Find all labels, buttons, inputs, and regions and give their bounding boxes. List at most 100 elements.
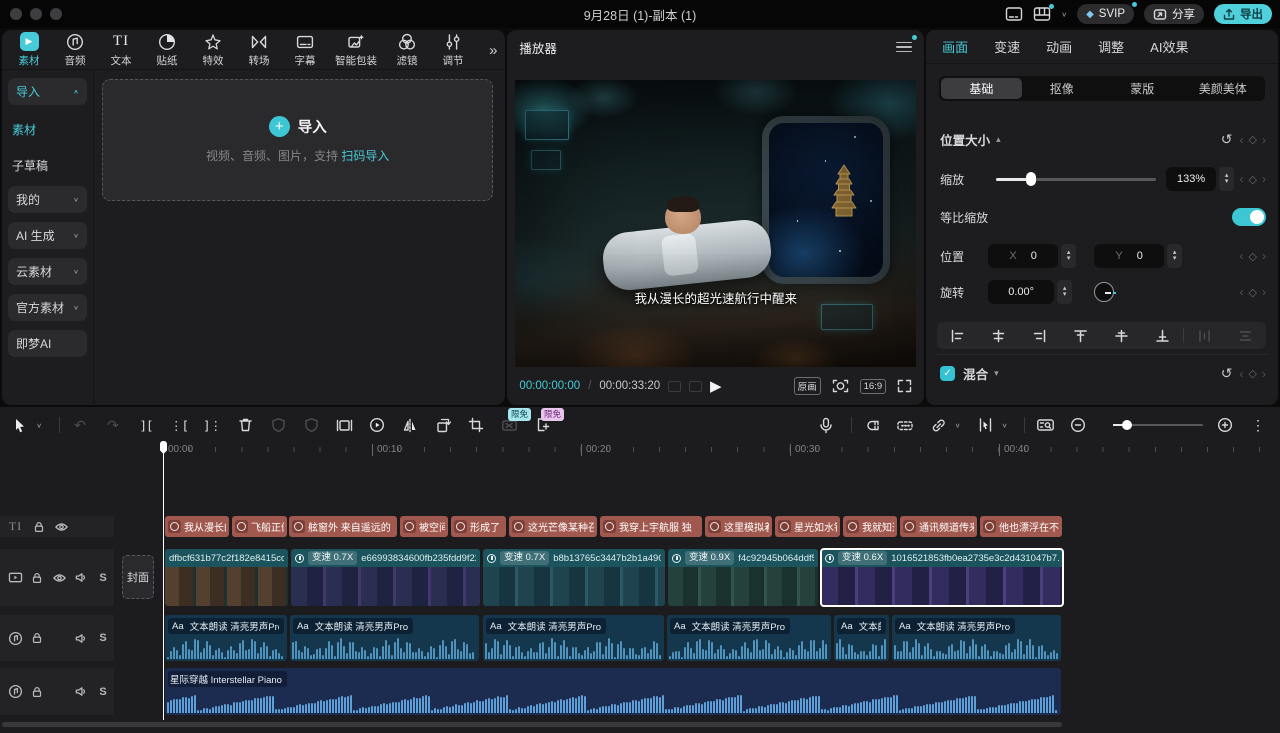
mute-icon[interactable] [70, 571, 92, 584]
sidebar-item-7[interactable]: 即梦AI [8, 330, 87, 357]
media-tab-3[interactable]: 贴纸 [144, 32, 190, 68]
voice-clip-1[interactable]: Aa文本朗读 清亮男声Pro [290, 615, 479, 661]
record-voiceover-icon[interactable] [816, 415, 836, 435]
delete-left-icon[interactable]: ⋮[ [169, 415, 189, 435]
video-clip-4[interactable]: 变速 0.6X1016521853fb0ea2735e3c2d431047b7.… [821, 549, 1063, 606]
share-button[interactable]: 分享 [1144, 4, 1204, 24]
text-clip-6[interactable]: 我穿上宇航服 独 [600, 516, 702, 537]
sidebar-item-3[interactable]: 我的∨ [8, 186, 87, 213]
inspector-subtab-1[interactable]: 抠像 [1022, 78, 1102, 99]
video-clip-3[interactable]: 变速 0.9Xf4c92945b064ddf5 [668, 549, 818, 606]
snap-magnet-icon[interactable] [862, 415, 882, 435]
align-bottom-icon[interactable] [1142, 329, 1183, 343]
import-dropzone[interactable]: + 导入 视频、音频、图片，支持 扫码导入 [102, 79, 493, 201]
distribute-horizontal-icon[interactable] [1184, 329, 1225, 343]
preview-zoom-icon[interactable] [832, 378, 849, 394]
text-clip-0[interactable]: 我从漫长的超 [165, 516, 229, 537]
preview-axis-dropdown[interactable]: ∨ [1000, 415, 1009, 435]
solo-button[interactable]: S [92, 686, 114, 698]
blend-dropdown-icon[interactable]: ▾ [994, 368, 999, 379]
text-clip-3[interactable]: 被空间站 [400, 516, 448, 537]
media-tab-4[interactable]: 特效 [190, 32, 236, 68]
sidebar-item-4[interactable]: AI 生成∨ [8, 222, 87, 249]
select-tool-icon[interactable] [10, 415, 30, 435]
scale-slider[interactable] [996, 178, 1156, 181]
expand-tabs-icon[interactable]: » [489, 42, 495, 59]
speed-icon[interactable] [367, 415, 387, 435]
zoom-in-icon[interactable] [1215, 415, 1235, 435]
solo-button[interactable]: S [92, 632, 114, 644]
more-options-icon[interactable]: ⋮ [1248, 415, 1268, 435]
rotation-stepper[interactable]: ▴▾ [1057, 280, 1072, 304]
timeline-settings-icon[interactable] [1035, 415, 1055, 435]
video-clip-1[interactable]: 变速 0.7Xe66993834600fb235fdd9f22 [291, 549, 480, 606]
inspector-tab-0[interactable]: 画面 [942, 37, 968, 56]
inspector-tab-1[interactable]: 变速 [994, 37, 1020, 56]
lock-icon[interactable] [26, 571, 48, 585]
inspector-tab-2[interactable]: 动画 [1046, 37, 1072, 56]
timeline-zoom-slider[interactable] [1113, 424, 1203, 427]
text-clip-10[interactable]: 通讯频道传来好 [900, 516, 977, 537]
reset-icon[interactable]: ↺ [1221, 131, 1233, 148]
video-preview[interactable]: 我从漫长的超光速航行中醒来 [515, 80, 916, 367]
media-tab-2[interactable]: TI文本 [98, 32, 144, 68]
keyframe-controls[interactable]: ‹◇› [1240, 367, 1266, 381]
voice-clip-3[interactable]: Aa文本朗读 清亮男声Pro [667, 615, 831, 661]
blend-checkbox[interactable]: ✓ [940, 366, 955, 381]
preview-axis-icon[interactable] [975, 415, 995, 435]
solo-button[interactable]: S [92, 572, 114, 584]
inspector-subtab-3[interactable]: 美颜美体 [1183, 78, 1263, 99]
media-tab-1[interactable]: 音频 [52, 32, 98, 68]
auto-snap-icon[interactable] [895, 415, 915, 435]
video-clip-2[interactable]: 变速 0.7Xb8b13765c3447b2b1a490 [483, 549, 665, 606]
keyframe-controls[interactable]: ‹◇› [1240, 133, 1266, 147]
export-button[interactable]: 导出 [1214, 4, 1272, 24]
position-y-stepper[interactable]: ▴▾ [1167, 244, 1182, 268]
frame-view-icon[interactable] [689, 381, 702, 392]
play-button[interactable]: ▶ [710, 377, 722, 395]
scan-import-link[interactable]: 扫码导入 [341, 149, 389, 163]
panel-layout-icon[interactable] [1005, 6, 1023, 22]
align-center-horizontal-icon[interactable] [978, 329, 1019, 343]
fullscreen-icon[interactable] [897, 379, 912, 393]
reset-icon[interactable]: ↺ [1221, 365, 1233, 382]
voice-clip-2[interactable]: Aa文本朗读 清亮男声Pro [483, 615, 664, 661]
traffic-light-close[interactable] [10, 8, 22, 20]
keyframe-controls[interactable]: ‹◇› [1240, 285, 1266, 299]
split-icon[interactable]: ][ [136, 415, 156, 435]
media-tab-8[interactable]: 滤镜 [384, 32, 430, 68]
sidebar-item-0[interactable]: 导入∧ [8, 78, 87, 105]
select-tool-dropdown[interactable]: ∨ [34, 415, 44, 435]
uniform-scale-toggle[interactable] [1232, 208, 1266, 226]
sidebar-item-1[interactable]: 素材 [8, 114, 87, 150]
player-menu-icon[interactable] [896, 39, 912, 56]
delete-right-icon[interactable]: ]⋮ [202, 415, 222, 435]
align-top-icon[interactable] [1060, 329, 1101, 343]
text-clip-1[interactable]: 飞船正俯 [232, 516, 287, 537]
media-tab-7[interactable]: 智能包装 [328, 32, 384, 68]
align-right-icon[interactable] [1019, 329, 1060, 343]
mute-icon[interactable] [70, 632, 92, 645]
lock-icon[interactable] [26, 685, 48, 699]
freeze-frame-icon[interactable] [268, 415, 288, 435]
text-clip-9[interactable]: 我就知道 [843, 516, 897, 537]
workspace-layout-icon[interactable] [1033, 6, 1051, 22]
sidebar-item-6[interactable]: 官方素材∨ [8, 294, 87, 321]
smart-caption-icon[interactable]: 限免 [499, 415, 519, 435]
svip-button[interactable]: ◆ SVIP [1077, 4, 1134, 24]
text-clip-2[interactable]: 舷窗外 来自遥远的 [289, 516, 397, 537]
inspector-tab-3[interactable]: 调整 [1098, 37, 1124, 56]
link-preview-icon[interactable] [928, 415, 948, 435]
lock-icon[interactable] [26, 631, 48, 645]
keyframe-controls[interactable]: ‹◇› [1240, 172, 1266, 186]
rotate-icon[interactable] [433, 415, 453, 435]
lock-icon[interactable] [27, 520, 50, 534]
voice-clip-4[interactable]: Aa文本朗 [834, 615, 889, 661]
position-y-field[interactable]: Y0 [1094, 244, 1164, 268]
keyframe-controls[interactable]: ‹◇› [1240, 249, 1266, 263]
eye-icon[interactable] [48, 572, 70, 584]
scale-value[interactable]: 133% [1166, 167, 1216, 191]
traffic-light-zoom[interactable] [50, 8, 62, 20]
align-middle-vertical-icon[interactable] [1101, 329, 1142, 343]
inspector-tab-4[interactable]: AI效果 [1150, 37, 1188, 56]
